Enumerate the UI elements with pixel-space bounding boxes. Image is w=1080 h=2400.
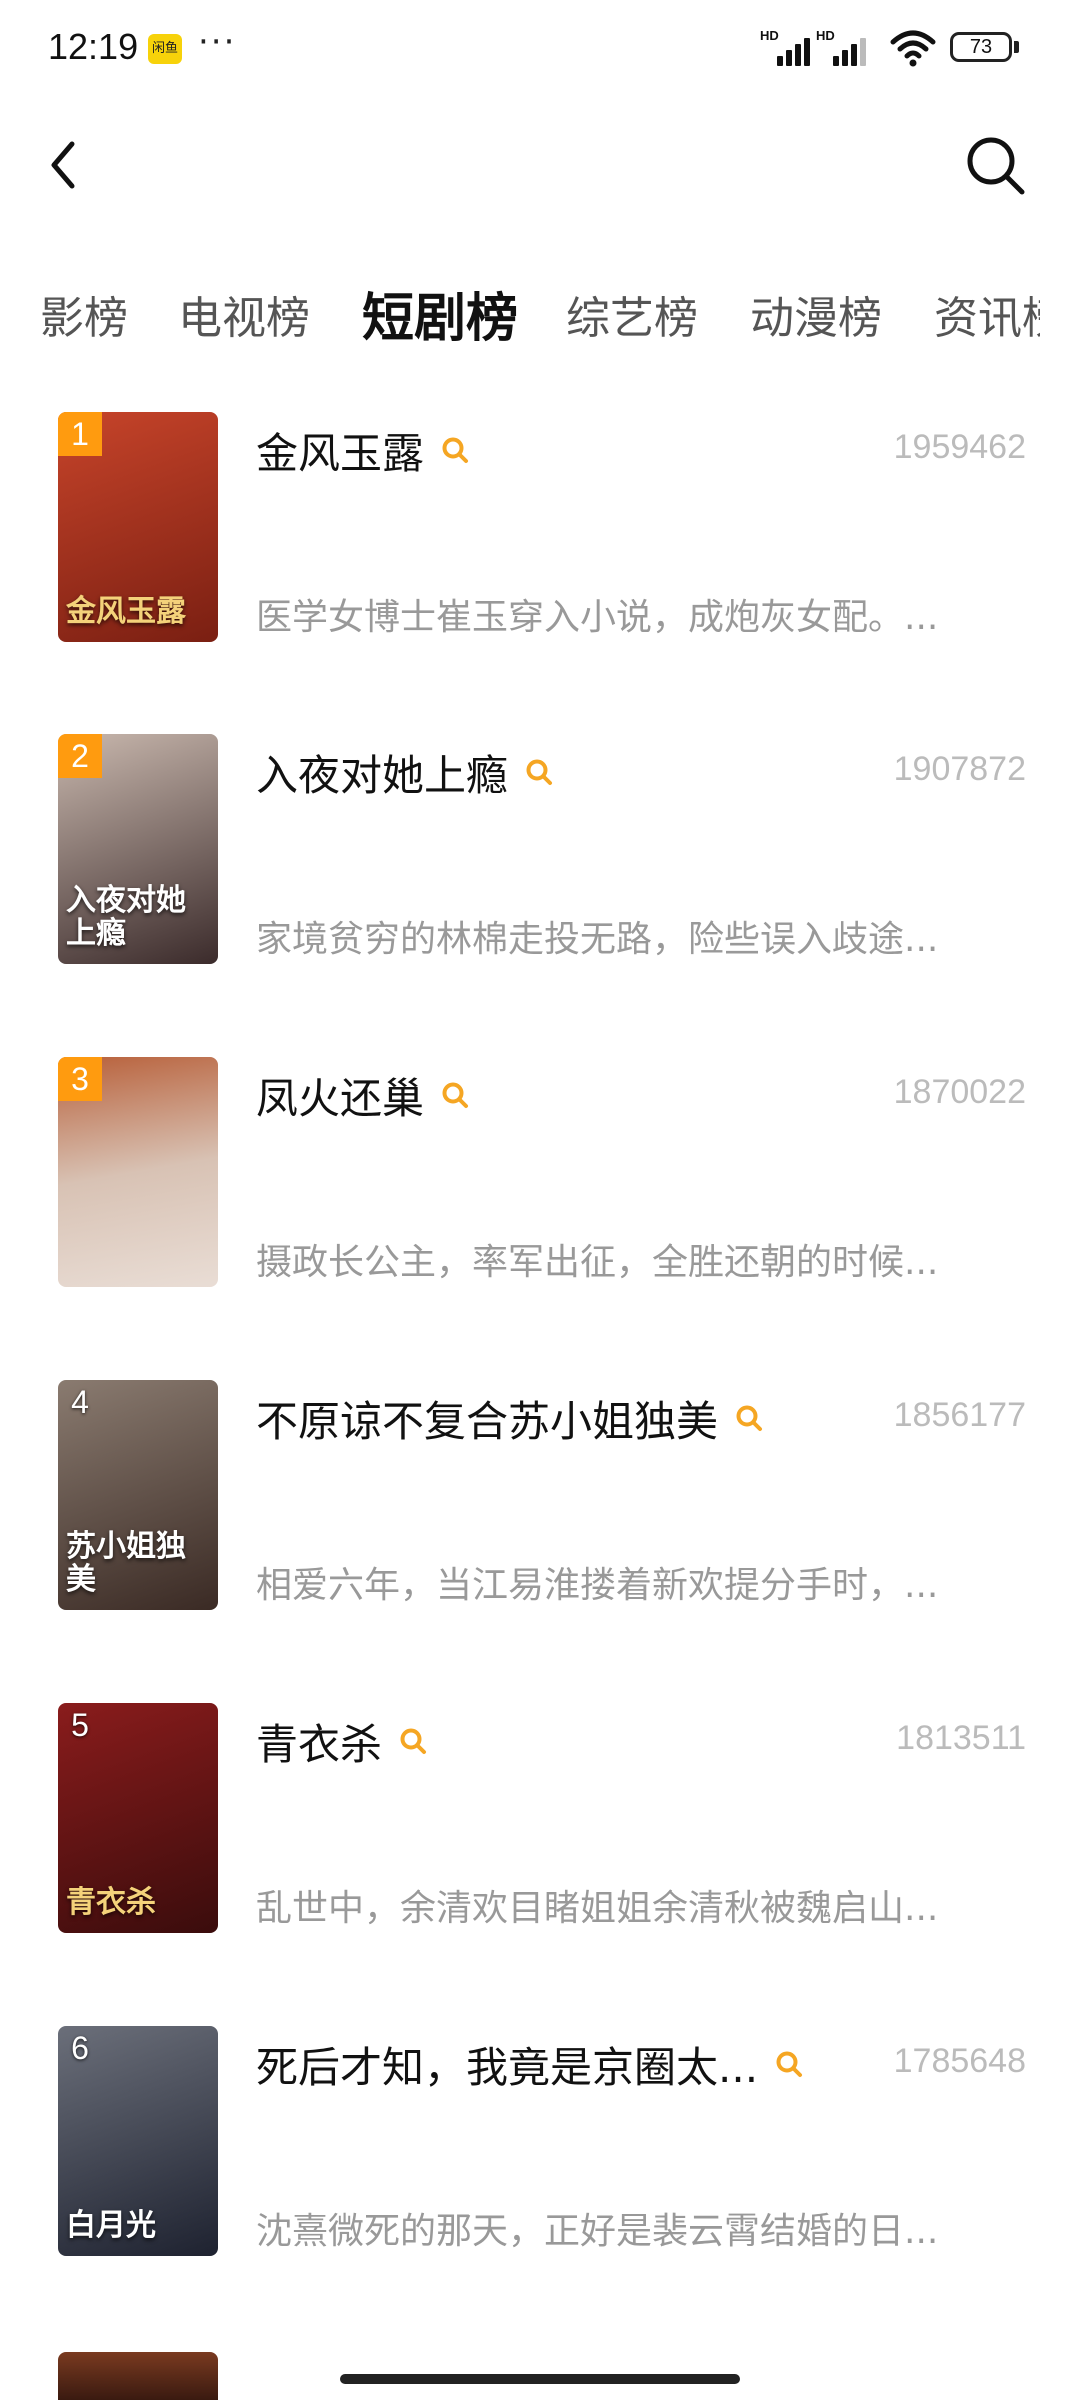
heat-count: 1907872: [893, 750, 1026, 788]
home-indicator[interactable]: [340, 2374, 740, 2384]
search-icon[interactable]: [734, 1403, 764, 1433]
cell-signal-icon: HD: [760, 28, 810, 66]
poster-title: 入夜对她上瘾: [66, 883, 186, 951]
drama-title[interactable]: 青衣杀: [256, 1711, 382, 1772]
tab-anime[interactable]: 动漫榜: [750, 282, 882, 346]
poster-thumbnail[interactable]: 白月光 6: [58, 2026, 218, 2256]
status-bar: 12:19 闲鱼 ··· HD HD 73: [0, 0, 1080, 100]
title-row: 死后才知，我竟是京圈太...: [256, 2034, 804, 2094]
poster-title: 白月光: [66, 2208, 156, 2243]
poster-title: 金风玉露: [66, 594, 186, 629]
drama-title[interactable]: 死后才知，我竟是京圈太...: [256, 2034, 758, 2095]
battery-tip: [1014, 41, 1019, 53]
hd-label-2: HD: [816, 28, 835, 43]
drama-description: 医学女博士崔玉穿入小说，成炮灰女配。...: [256, 597, 939, 638]
title-row: 金风玉露: [256, 420, 470, 480]
tab-tv[interactable]: 电视榜: [178, 282, 310, 346]
heat-count: 1959462: [893, 428, 1026, 466]
heat-count: 1856177: [893, 1396, 1026, 1434]
search-icon[interactable]: [524, 757, 554, 787]
poster-thumbnail[interactable]: 入夜对她上瘾 2: [58, 734, 218, 964]
drama-title[interactable]: 入夜对她上瘾: [256, 742, 508, 803]
drama-description: 摄政长公主，率军出征，全胜还朝的时候...: [256, 1242, 939, 1283]
battery-icon: 73: [950, 32, 1012, 62]
drama-title[interactable]: 凤火还巢: [256, 1065, 424, 1126]
poster-thumbnail[interactable]: 青衣杀 5: [58, 1703, 218, 1933]
list-item[interactable]: 入夜对她上瘾 2 入夜对她上瘾 1907872 家境贫穷的林棉走投无路，险些误入…: [0, 722, 1080, 982]
title-row: 不原谅不复合苏小姐独美: [256, 1388, 764, 1448]
tab-variety[interactable]: 综艺榜: [566, 282, 698, 346]
drama-description: 家境贫穷的林棉走投无路，险些误入歧途...: [256, 919, 939, 960]
rank-badge: 2: [58, 734, 102, 778]
drama-title[interactable]: 不原谅不复合苏小姐独美: [256, 1388, 718, 1449]
search-icon[interactable]: [440, 1080, 470, 1110]
heat-count: 1870022: [893, 1073, 1026, 1111]
poster-thumbnail[interactable]: 金风玉露 1: [58, 412, 218, 642]
tab-movies[interactable]: 影榜: [40, 282, 128, 346]
title-row: 青衣杀: [256, 1711, 428, 1771]
list-item[interactable]: 苏小姐独美 4 不原谅不复合苏小姐独美 1856177 相爱六年，当江易淮搂着新…: [0, 1368, 1080, 1628]
list-item[interactable]: 白月光 6 死后才知，我竟是京圈太... 1785648 沈熹微死的那天，正好是…: [0, 2014, 1080, 2274]
status-time: 12:19: [48, 26, 139, 67]
rank-badge: 6: [71, 2030, 89, 2066]
heat-count: 1785648: [893, 2042, 1026, 2080]
search-icon[interactable]: [440, 435, 470, 465]
poster-title: 青衣杀: [66, 1885, 156, 1920]
next-poster-peek: [58, 2352, 218, 2400]
rank-badge: 4: [71, 1384, 89, 1420]
heat-count: 1813511: [896, 1719, 1026, 1757]
search-icon[interactable]: [398, 1726, 428, 1756]
list-item[interactable]: 青衣杀 5 青衣杀 1813511 乱世中，余清欢目睹姐姐余清秋被魏启山...: [0, 1691, 1080, 1951]
drama-description: 相爱六年，当江易淮搂着新欢提分手时，...: [256, 1565, 939, 1606]
rank-badge: 1: [58, 412, 102, 456]
drama-title[interactable]: 金风玉露: [256, 420, 424, 481]
tab-short-drama[interactable]: 短剧榜: [362, 276, 518, 351]
rank-badge: 3: [58, 1057, 102, 1101]
search-icon[interactable]: [774, 2049, 804, 2079]
rank-badge: 5: [71, 1707, 89, 1743]
more-notifications-icon: ···: [198, 22, 237, 62]
title-row: 入夜对她上瘾: [256, 742, 554, 802]
cell-signal-icon-2: HD: [816, 28, 866, 66]
chevron-left-icon[interactable]: [40, 130, 90, 200]
search-icon[interactable]: [962, 132, 1028, 198]
title-row: 凤火还巢: [256, 1065, 470, 1125]
poster-thumbnail[interactable]: 苏小姐独美 4: [58, 1380, 218, 1610]
drama-description: 乱世中，余清欢目睹姐姐余清秋被魏启山...: [256, 1888, 939, 1929]
poster-thumbnail[interactable]: 3: [58, 1057, 218, 1287]
poster-title: 苏小姐独美: [66, 1529, 186, 1597]
list-item[interactable]: 金风玉露 1 金风玉露 1959462 医学女博士崔玉穿入小说，成炮灰女配。..…: [0, 400, 1080, 660]
app-notification-icon: 闲鱼: [148, 34, 182, 64]
list-item[interactable]: 3 凤火还巢 1870022 摄政长公主，率军出征，全胜还朝的时候...: [0, 1045, 1080, 1305]
category-tabs: 影榜 电视榜 短剧榜 综艺榜 动漫榜 资讯榜: [0, 270, 1040, 360]
drama-description: 沈熹微死的那天，正好是裴云霄结婚的日...: [256, 2211, 939, 2252]
wifi-icon: [890, 30, 936, 67]
hd-label: HD: [760, 28, 779, 43]
tab-news[interactable]: 资讯榜: [934, 282, 1040, 346]
